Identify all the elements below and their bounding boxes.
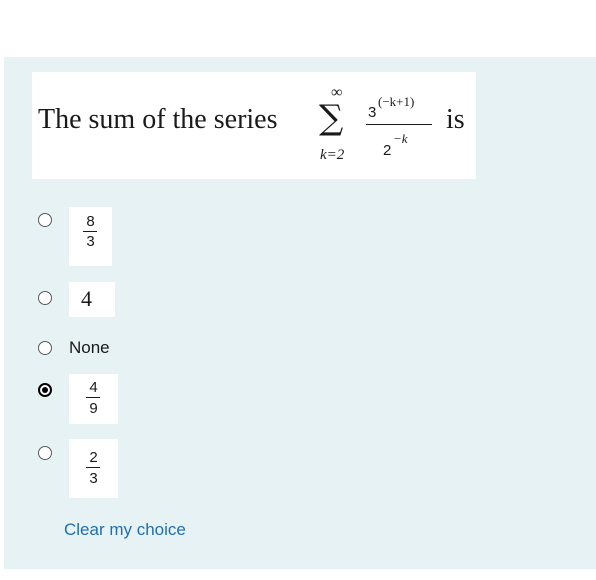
option-4-numerator: 4 [89,379,98,396]
answer-option-2[interactable]: 4 [69,282,115,317]
radio-option-5[interactable] [38,446,52,460]
option-5-numerator: 2 [89,449,98,466]
option-1-numerator: 8 [86,213,95,230]
radio-option-2[interactable] [38,291,52,305]
option-1-denominator: 3 [86,233,95,250]
sigma-symbol: ∑ [319,98,344,138]
answer-option-1[interactable]: 8 3 [69,207,112,266]
denominator-exponent: −k [393,131,408,146]
denominator-base: 2 [383,142,392,159]
radio-option-3[interactable] [38,341,52,355]
numerator-exponent: (−k+1) [378,94,415,109]
option-1-fraction-bar [83,231,97,232]
radio-option-4[interactable] [38,383,52,397]
question-suffix: is [446,104,465,135]
radio-option-1[interactable] [38,213,52,227]
option-5-fraction-bar [86,467,100,468]
option-4-fraction-bar [86,397,100,398]
answer-option-5[interactable]: 2 3 [69,439,118,498]
question-text: The sum of the series [38,104,278,135]
answer-option-4[interactable]: 4 9 [69,374,118,424]
option-5-denominator: 3 [89,470,98,487]
clear-my-choice-link[interactable]: Clear my choice [64,520,186,540]
sum-lower-limit: k=2 [320,147,345,163]
numerator-base: 3 [368,104,377,121]
option-3-label[interactable]: None [69,338,110,358]
fraction-bar [366,124,432,125]
option-4-denominator: 9 [89,400,98,417]
option-2-label: 4 [81,286,92,311]
